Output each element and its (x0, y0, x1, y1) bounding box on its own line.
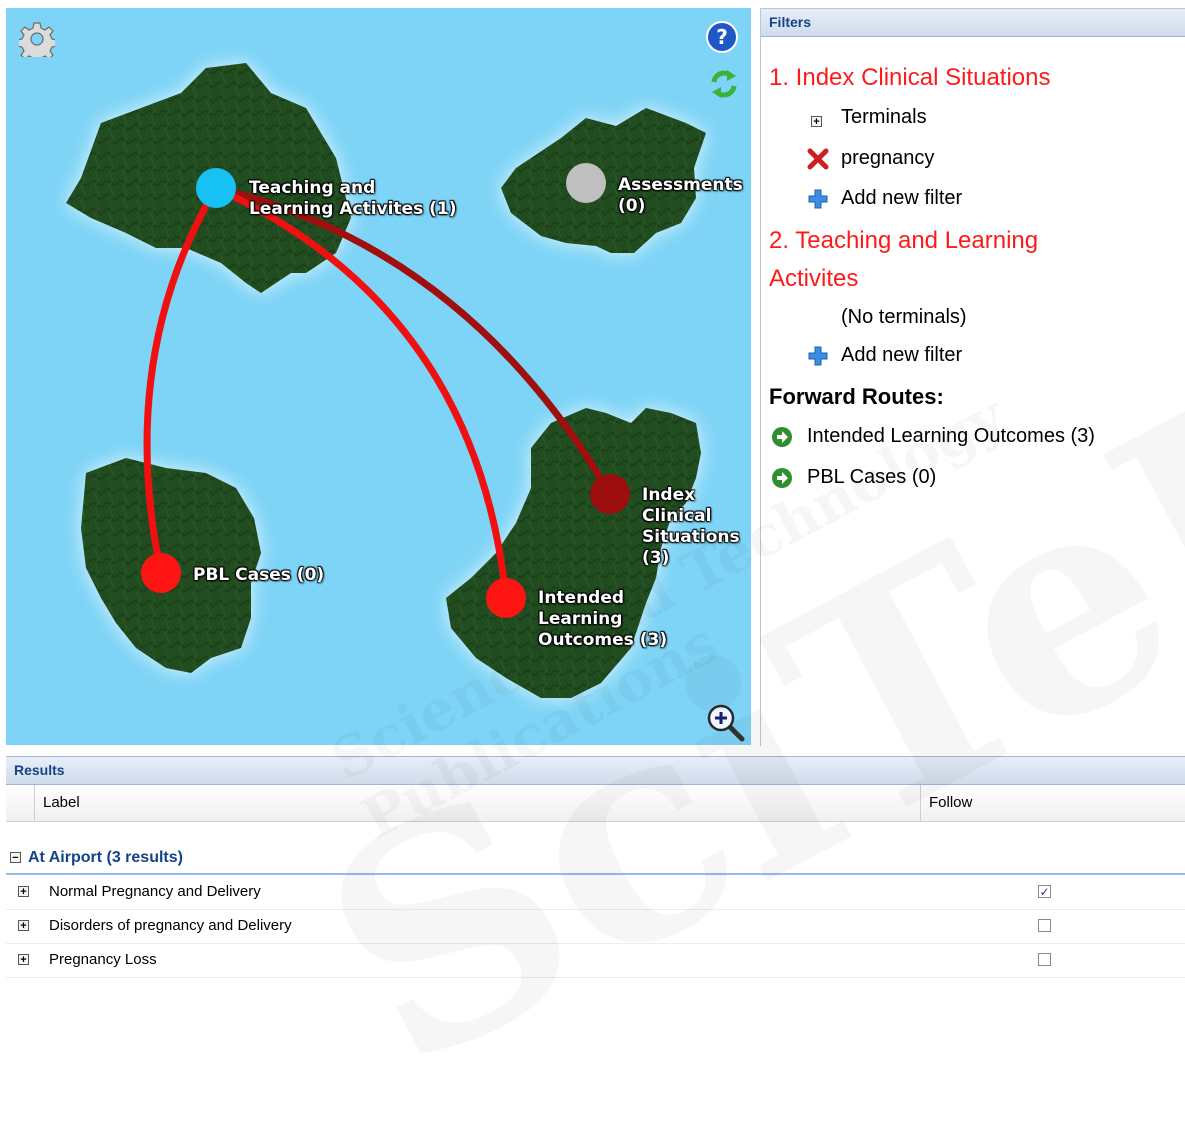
filters-header: Filters (761, 9, 1185, 37)
forward-arrow-icon[interactable] (771, 426, 793, 448)
filter-section-2-title-line1: 2. Teaching and Learning (769, 227, 1039, 254)
follow-checkbox[interactable]: ✓ (1038, 885, 1051, 898)
plus-expand-icon[interactable]: + (18, 954, 29, 966)
row-label: Disorders of pregnancy and Delivery (49, 917, 292, 934)
map-panel[interactable]: Teaching and Learning Activites (1) Asse… (6, 8, 751, 745)
add-filter-icon[interactable] (807, 188, 829, 210)
forward-arrow-icon[interactable] (771, 467, 793, 489)
node-label-intended-learning[interactable]: Intended Learning Outcomes (3) (538, 588, 667, 651)
svg-text:?: ? (716, 25, 728, 49)
follow-checkbox[interactable] (1038, 919, 1051, 932)
plus-expand-icon[interactable]: + (18, 886, 29, 898)
help-icon[interactable]: ? (706, 21, 738, 53)
results-header: Results (6, 757, 1185, 785)
remove-filter-icon[interactable] (807, 148, 829, 170)
results-panel: Results Label Follow − At Airport (3 res… (6, 756, 1185, 999)
follow-checkbox[interactable] (1038, 953, 1051, 966)
row-label: Normal Pregnancy and Delivery (49, 883, 261, 900)
add-new-filter-link-1[interactable]: Add new filter (841, 186, 962, 210)
forward-routes-title: Forward Routes: (769, 384, 944, 409)
no-terminals-text: (No terminals) (841, 306, 967, 328)
expander-column (6, 785, 34, 821)
filter-section-1-title: 1. Index Clinical Situations (769, 64, 1051, 91)
refresh-icon[interactable] (709, 68, 739, 100)
node-label-teaching-learning[interactable]: Teaching and Learning Activites (1) (249, 178, 457, 220)
plus-expand-icon[interactable]: + (18, 920, 29, 932)
group-label: At Airport (3 results) (28, 849, 183, 866)
node-intended-learning (486, 578, 526, 618)
gear-icon[interactable] (19, 21, 55, 57)
follow-column-header[interactable]: Follow (920, 785, 1185, 821)
table-row[interactable]: + Pregnancy Loss (6, 943, 1185, 978)
node-index-clinical (590, 474, 630, 514)
filter-section-2-title-line2: Activites (769, 265, 859, 292)
table-row[interactable]: + Normal Pregnancy and Delivery ✓ (6, 875, 1185, 910)
minus-collapse-icon[interactable]: − (10, 852, 21, 864)
node-teaching-learning (196, 168, 236, 208)
plus-expand-icon[interactable]: + (811, 116, 822, 128)
forward-route-pbl-cases[interactable]: PBL Cases (0) (807, 465, 936, 489)
add-filter-icon[interactable] (807, 345, 829, 367)
filter-value-pregnancy: pregnancy (841, 147, 935, 169)
node-label-index-clinical[interactable]: Index Clinical Situations (3) (642, 485, 740, 569)
terminals-label[interactable]: Terminals (841, 105, 927, 129)
filters-panel: Filters 1. Index Clinical Situations + T… (760, 8, 1185, 746)
table-row[interactable]: + Disorders of pregnancy and Delivery (6, 909, 1185, 944)
row-label: Pregnancy Loss (49, 951, 157, 968)
results-column-header: Label Follow (6, 785, 1185, 822)
forward-route-intended-learning[interactable]: Intended Learning Outcomes (3) (807, 424, 1095, 448)
add-new-filter-link-2[interactable]: Add new filter (841, 343, 962, 367)
node-label-pbl-cases[interactable]: PBL Cases (0) (193, 565, 324, 586)
node-pbl-cases (141, 553, 181, 593)
results-group[interactable]: − At Airport (3 results) (6, 843, 1185, 875)
label-column-header[interactable]: Label (34, 785, 920, 821)
node-label-assessments[interactable]: Assessments (0) (618, 175, 743, 217)
node-assessments (566, 163, 606, 203)
zoom-in-icon[interactable] (706, 703, 746, 743)
